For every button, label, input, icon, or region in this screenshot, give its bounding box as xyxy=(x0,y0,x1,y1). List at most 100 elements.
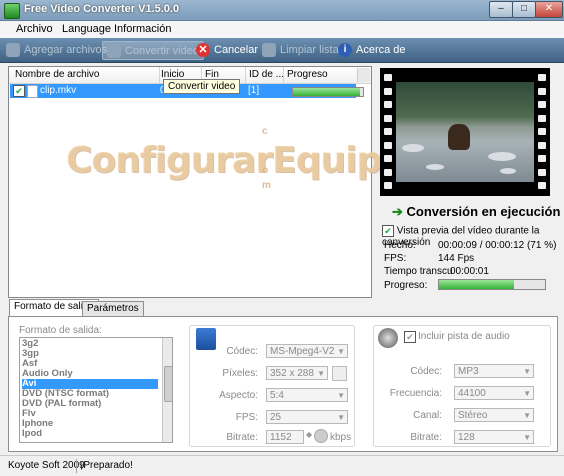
pixels-select[interactable]: 352 x 288 ▼ xyxy=(266,366,328,380)
convert-button[interactable]: Convertir video xyxy=(102,41,204,60)
menu-informacion[interactable]: Información xyxy=(114,23,171,35)
video-bitrate-input[interactable]: 1152 xyxy=(266,430,304,444)
format-item[interactable]: 3g2 xyxy=(22,339,158,349)
film-sprocket xyxy=(384,168,392,176)
channel-select[interactable]: Stéreo ▼ xyxy=(454,408,534,422)
frequency-select[interactable]: 44100 ▼ xyxy=(454,386,534,400)
film-sprocket xyxy=(538,168,546,176)
video-bitrate-label: Bitrate: xyxy=(226,432,258,443)
col-filename[interactable]: Nombre de archivo xyxy=(15,69,99,80)
toolbar: Agregar archivos Convertir video ✕ Cance… xyxy=(0,38,564,63)
info-icon: i xyxy=(338,42,352,57)
menu-language[interactable]: Language xyxy=(62,23,111,35)
conversion-progress-bar xyxy=(438,279,546,290)
window-title: Free Video Converter V1.5.0.0 xyxy=(24,3,180,15)
col-progress[interactable]: Progreso xyxy=(287,69,328,80)
company-text: Koyote Soft 2009 xyxy=(8,460,85,471)
clear-list-label: Limpiar lista xyxy=(280,43,339,56)
film-sprocket xyxy=(538,101,546,108)
about-button[interactable]: i Acerca de xyxy=(338,41,406,58)
output-format-label: Formato de salida: xyxy=(19,325,102,336)
video-codec-select[interactable]: MS-Mpeg4-V2 ▼ xyxy=(266,344,348,358)
audio-codec-label: Códec: xyxy=(410,366,442,377)
row-filename: clip.mkv xyxy=(40,85,77,96)
done-value: 00:00:09 / 00:00:12 (71 %) xyxy=(438,240,557,251)
pixels-label: Píxeles: xyxy=(222,368,258,379)
preview-checkbox[interactable]: ✔ xyxy=(382,225,394,237)
fps-label: FPS: xyxy=(384,253,407,264)
channel-label: Canal: xyxy=(413,410,442,421)
output-panel: Formato de salida: 3g2 3gp Asf Audio Only Av… xyxy=(8,316,558,452)
format-item[interactable]: 3gp xyxy=(22,349,158,359)
fps-value: 144 Fps xyxy=(438,253,475,264)
progress-label: Progreso: xyxy=(384,280,428,291)
convert-icon xyxy=(107,43,121,58)
watermark-o: o xyxy=(262,165,269,176)
done-label: Hecho: xyxy=(384,240,416,251)
watermark-c: c xyxy=(262,126,268,137)
file-icon xyxy=(27,85,38,98)
film-sprocket xyxy=(384,74,392,81)
video-settings-group: Códec: MS-Mpeg4-V2 ▼ Píxeles: 352 x 288 ▼ … xyxy=(189,325,355,447)
format-list-scrollbar[interactable] xyxy=(162,338,172,442)
tooltip: Convertir video xyxy=(163,79,241,94)
film-sprocket xyxy=(384,128,392,135)
clear-list-icon xyxy=(262,42,276,57)
watermark-m: m xyxy=(262,180,271,191)
video-preview xyxy=(380,68,550,196)
film-sprocket xyxy=(538,128,546,135)
title-bar: Free Video Converter V1.5.0.0 – □ ✕ xyxy=(0,0,564,21)
video-fps-label: FPS: xyxy=(235,412,258,423)
film-sprocket xyxy=(384,114,392,122)
add-files-icon xyxy=(6,42,20,57)
minimize-button[interactable]: – xyxy=(489,1,513,18)
reset-icon[interactable] xyxy=(314,429,328,443)
spin-icon[interactable]: ◆ xyxy=(306,430,312,439)
film-sprocket xyxy=(538,87,546,95)
bear-image xyxy=(448,124,470,150)
audio-codec-select[interactable]: MP3 ▼ xyxy=(454,364,534,378)
speaker-icon xyxy=(378,328,398,348)
format-item[interactable]: Audio Only xyxy=(22,369,158,379)
audio-bitrate-label: Bitrate: xyxy=(410,432,442,443)
row-checkbox[interactable]: ✔ xyxy=(13,85,25,97)
time-value: 00:00:01 xyxy=(450,266,489,277)
film-sprocket xyxy=(384,141,392,149)
clear-list-button[interactable]: Limpiar lista xyxy=(262,41,339,58)
app-icon xyxy=(4,3,20,19)
film-sprocket xyxy=(384,155,392,162)
bitrate-unit: kbps xyxy=(330,432,352,443)
format-item[interactable]: Ipod xyxy=(22,429,158,439)
status-message: ¡Preparado! xyxy=(80,460,133,471)
col-id[interactable]: ID de ... xyxy=(249,69,284,80)
format-item[interactable]: Iphone xyxy=(22,419,158,429)
arrow-right-icon: ➔ xyxy=(392,204,407,219)
format-item[interactable]: DVD (PAL format) xyxy=(22,399,158,409)
cancel-icon: ✕ xyxy=(196,42,210,57)
conversion-progress-fill xyxy=(439,280,515,289)
aspect-select[interactable]: 5:4 ▼ xyxy=(266,388,348,402)
audio-settings-group: ✔ Incluir pista de audio Códec: MP3 ▼ Fre… xyxy=(373,325,551,447)
add-files-button[interactable]: Agregar archivos xyxy=(6,41,107,58)
video-fps-select[interactable]: 25 ▼ xyxy=(266,410,348,424)
cancel-label: Cancelar xyxy=(214,43,259,56)
include-audio-checkbox[interactable]: ✔ xyxy=(404,331,416,343)
add-files-label: Agregar archivos xyxy=(24,43,108,56)
watermark: ConfigurarEquipos xyxy=(66,140,426,181)
time-label: Tiempo transcu xyxy=(384,266,453,277)
maximize-button[interactable]: □ xyxy=(512,1,536,18)
row-progress-fill xyxy=(293,88,360,96)
film-sprocket xyxy=(538,74,546,81)
conversion-status: ➔ Conversión en ejecución xyxy=(392,204,561,219)
file-list[interactable]: Nombre de archivo Inicio Fin ID de ... P… xyxy=(8,66,372,298)
convert-label: Convertir video xyxy=(125,44,199,57)
menu-archivo[interactable]: Archivo xyxy=(16,23,53,35)
audio-bitrate-select[interactable]: 128 ▼ xyxy=(454,430,534,444)
include-audio-label: Incluir pista de audio xyxy=(418,331,510,342)
format-list[interactable]: 3g2 3gp Asf Audio Only Avi DVD (NTSC format) D… xyxy=(19,337,173,443)
edit-icon[interactable] xyxy=(332,366,347,381)
cancel-button[interactable]: ✕ Cancelar xyxy=(196,41,258,58)
close-button[interactable]: ✕ xyxy=(535,1,563,18)
about-label: Acerca de xyxy=(356,43,406,56)
film-sprocket xyxy=(538,155,546,162)
